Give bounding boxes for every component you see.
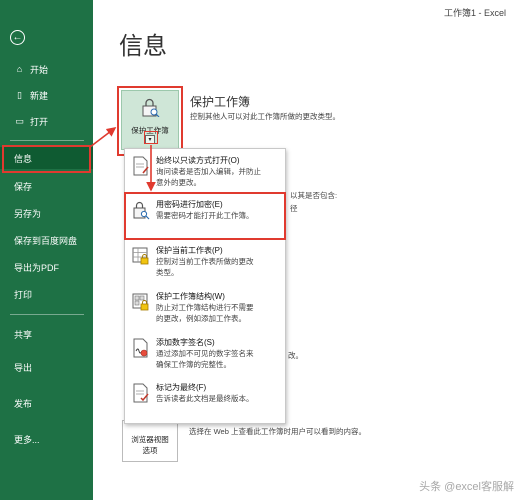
- annotation-arrows: [89, 127, 156, 192]
- watermark: 头条 @excel客服解: [419, 481, 514, 493]
- arrow-info-to-protect: [89, 127, 117, 148]
